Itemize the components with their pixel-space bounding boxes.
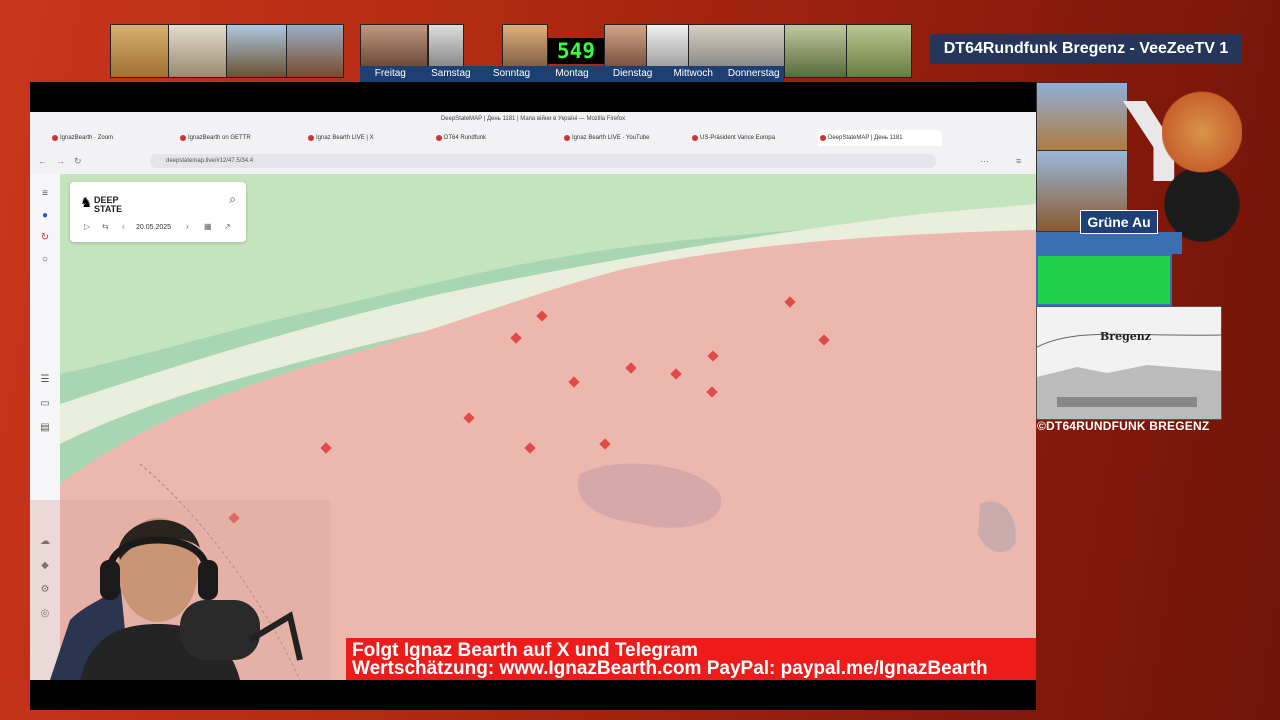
address-bar[interactable]: deepstatemap.live/#12/47.5/34.4 <box>150 154 936 168</box>
church-photo-1 <box>1036 82 1128 152</box>
forward-icon[interactable]: → <box>56 154 65 168</box>
browser-tab[interactable]: Ignaz Bearth LIVE | X <box>306 130 430 146</box>
map-control-panel: ♞ DEEP STATE ⌕ ▷ ⇆ ‹ 20.05.2025 › ▦ ↗ <box>70 182 246 242</box>
counter-display: 549 <box>548 38 604 64</box>
window-title: DeepStateMAP | День 1181 | Мапа війни в … <box>440 116 626 122</box>
thumbnail-10 <box>688 24 786 68</box>
thumbnail-9 <box>646 24 690 68</box>
station-title: DT64Rundfunk Bregenz - VeeZeeTV 1 <box>930 34 1242 64</box>
browser-tab[interactable]: Ignaz Bearth LIVE · YouTube <box>562 130 686 146</box>
list-icon[interactable]: ☰ <box>39 374 51 386</box>
browser-tab[interactable]: IgnazBearth · Zoom <box>50 130 174 146</box>
play-icon[interactable]: ▷ <box>84 222 90 231</box>
thumbnail-6 <box>428 24 464 68</box>
browser-tab-active[interactable]: DeepStateMAP | День 1181 <box>818 130 942 146</box>
mascot-image <box>1162 78 1242 258</box>
calendar-icon[interactable]: ▦ <box>204 222 212 231</box>
info-icon[interactable]: ○ <box>39 254 51 266</box>
day-label: Donnerstag <box>727 68 780 79</box>
thumbnail-7 <box>502 24 548 68</box>
streamer-figure <box>30 500 330 680</box>
card-icon[interactable]: ▭ <box>39 398 51 410</box>
menu-icon[interactable]: ≡ <box>1016 154 1021 168</box>
thumbnail-8 <box>604 24 648 68</box>
flag-icon[interactable]: ● <box>39 210 51 222</box>
speed-icon[interactable]: ⇆ <box>102 222 109 231</box>
back-icon[interactable]: ← <box>38 154 47 168</box>
deepstate-logo-icon: ♞ <box>80 194 93 210</box>
day-label: Sonntag <box>492 68 531 79</box>
day-label: Samstag <box>431 68 471 79</box>
search-icon[interactable]: ⌕ <box>229 192 236 207</box>
webcam-feed <box>30 500 330 680</box>
browser-tab[interactable]: IgnazBearth on GETTR <box>178 130 302 146</box>
menu-icon[interactable]: ≡ <box>39 188 51 200</box>
reload-icon[interactable]: ↻ <box>74 154 82 168</box>
ticker-banner: Folgt Ignaz Bearth auf X und Telegram We… <box>346 638 1036 680</box>
refresh-icon[interactable]: ↻ <box>39 232 51 244</box>
location-badge: Grüne Au <box>1080 210 1158 234</box>
chart-icon[interactable]: ▤ <box>39 422 51 434</box>
day-label: Freitag <box>374 68 406 79</box>
thumbnail-3 <box>226 24 288 78</box>
browser-tab[interactable]: US-Präsident Vance Europa <box>690 130 814 146</box>
day-label: Montag <box>555 68 589 79</box>
share-icon[interactable]: ↗ <box>224 222 231 231</box>
blue-bar <box>1036 232 1182 254</box>
day-label: Dienstag <box>612 68 653 79</box>
prev-date-icon[interactable]: ‹ <box>122 222 125 231</box>
sketch-label: Bregenz <box>1100 330 1152 343</box>
banner-line-2: Wertschätzung: www.IgnazBearth.com PayPa… <box>352 658 988 679</box>
next-date-icon[interactable]: › <box>186 222 189 231</box>
thumbnail-2 <box>168 24 228 78</box>
copyright-label: ©DT64RUNDFUNK BREGENZ <box>1037 419 1210 433</box>
thumbnail-11 <box>784 24 848 78</box>
extensions-icon[interactable]: ⋯ <box>980 154 989 168</box>
weekday-strip: Freitag Samstag Sonntag Montag Dienstag … <box>360 66 784 82</box>
thumbnail-1 <box>110 24 170 78</box>
deepstate-logo: DEEP STATE <box>94 195 123 214</box>
thumbnail-12 <box>846 24 912 78</box>
green-panel <box>1036 254 1172 306</box>
tab-bar: IgnazBearth · Zoom IgnazBearth on GETTR … <box>50 130 942 146</box>
thumbnail-5 <box>360 24 428 68</box>
bregenz-sketch <box>1036 306 1222 420</box>
day-label: Mittwoch <box>673 68 713 79</box>
thumbnail-4 <box>286 24 344 78</box>
map-date[interactable]: 20.05.2025 <box>136 224 171 231</box>
browser-tab[interactable]: DT64 Rundfunk <box>434 130 558 146</box>
